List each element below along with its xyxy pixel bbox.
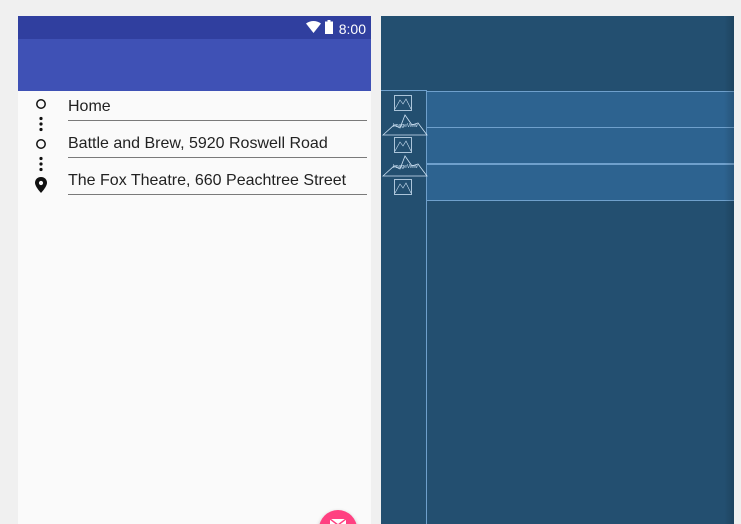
- place-icon: [35, 177, 47, 193]
- status-bar: 8:00: [18, 16, 371, 39]
- waypoint-field[interactable]: Battle and Brew, 5920 Roswell Road: [68, 133, 367, 158]
- blueprint-imageview-label: ImageView: [393, 123, 418, 129]
- origin-circle-icon: [36, 99, 46, 109]
- status-time: 8:00: [338, 21, 366, 37]
- blueprint-field-3: [427, 164, 734, 201]
- route-dots-icon: [39, 116, 43, 132]
- app-toolbar: [18, 39, 371, 91]
- blueprint-toolbar: [381, 16, 734, 90]
- origin-text: Home: [68, 98, 111, 115]
- email-fab-button[interactable]: [319, 510, 357, 524]
- waypoint-circle-icon: [36, 139, 46, 149]
- battery-icon: [325, 20, 333, 34]
- blueprint-preview: ImageView ImageView: [381, 16, 734, 524]
- email-icon: [330, 519, 346, 524]
- blueprint-edge-shadow: [724, 16, 734, 524]
- destination-field[interactable]: The Fox Theatre, 660 Peachtree Street: [68, 170, 367, 195]
- destination-text: The Fox Theatre, 660 Peachtree Street: [68, 172, 347, 189]
- blueprint-imageview-icon: [394, 95, 412, 111]
- blueprint-imageview-label: ImageView: [393, 164, 418, 170]
- blueprint-field-2: [427, 127, 734, 164]
- blueprint-field-1: [427, 91, 734, 128]
- blueprint-imageview-icon: [394, 179, 412, 195]
- blueprint-imageview-icon: [394, 137, 412, 153]
- design-preview: 8:00 Home Battle and Brew, 5920 Roswell …: [18, 16, 371, 524]
- route-dots-icon: [39, 156, 43, 172]
- origin-field[interactable]: Home: [68, 96, 367, 121]
- wifi-icon: [306, 21, 321, 33]
- status-icons: [306, 20, 333, 34]
- waypoint-text: Battle and Brew, 5920 Roswell Road: [68, 135, 328, 152]
